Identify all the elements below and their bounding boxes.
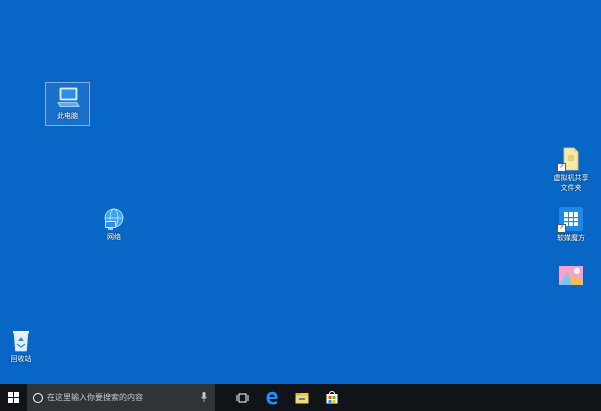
shortcut-arrow-icon: ↗	[557, 224, 566, 233]
desktop-icon-label: 软媒魔方	[557, 235, 585, 242]
recycle-bin-icon	[13, 331, 29, 352]
cortana-icon[interactable]	[33, 392, 43, 403]
task-view-icon	[236, 393, 248, 402]
search-input[interactable]	[47, 393, 187, 402]
desktop-icon-colorful-app[interactable]	[543, 265, 599, 285]
desktop-icon-label: 回收站	[10, 356, 32, 363]
desktop-icon-network[interactable]: 网络	[86, 207, 142, 243]
computer-icon	[56, 87, 80, 107]
file-explorer-button[interactable]	[287, 384, 317, 411]
desktop-icon-recycle-bin[interactable]: 回收站	[0, 329, 49, 365]
start-button[interactable]	[0, 384, 26, 411]
file-explorer-icon	[295, 392, 309, 403]
shortcut-arrow-icon: ↗	[557, 163, 566, 172]
microphone-icon[interactable]	[201, 392, 207, 402]
network-icon	[104, 208, 124, 230]
desktop[interactable]: 此电脑 网络 回收站 ↗ 虚拟机共享文件夹 ↗ 软媒魔方	[0, 0, 601, 384]
edge-icon	[266, 391, 278, 404]
store-button[interactable]	[317, 384, 347, 411]
edge-button[interactable]	[257, 384, 287, 411]
desktop-icon-label: 此电脑	[57, 113, 78, 120]
store-icon	[326, 391, 338, 404]
desktop-icon-this-pc[interactable]: 此电脑	[45, 82, 90, 126]
task-view-button[interactable]	[227, 384, 257, 411]
start-icon	[7, 392, 19, 403]
desktop-icon-label: 网络	[107, 234, 121, 241]
taskbar-search-box[interactable]	[27, 384, 215, 411]
colorful-app-icon	[559, 266, 583, 285]
desktop-icon-vm-shared-folder[interactable]: ↗ 虚拟机共享文件夹	[543, 146, 599, 194]
desktop-icon-ruanmei-mofang[interactable]: ↗ 软媒魔方	[543, 206, 599, 244]
desktop-icon-label: 虚拟机共享文件夹	[553, 175, 589, 192]
taskbar	[0, 384, 601, 411]
